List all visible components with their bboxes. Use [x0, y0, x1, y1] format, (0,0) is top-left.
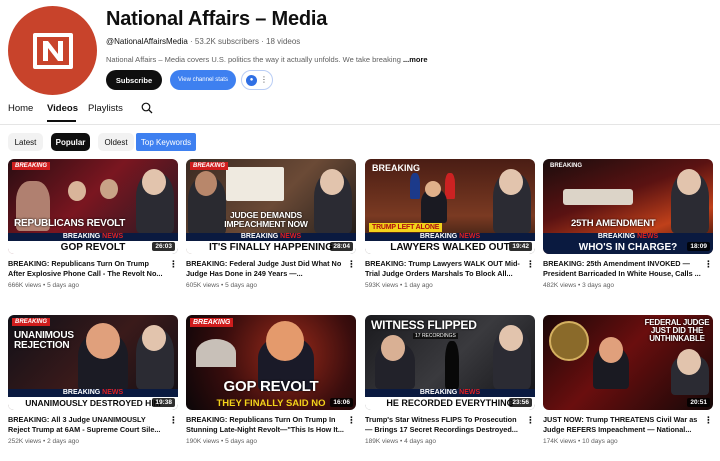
video-card[interactable]: BREAKING 25TH AMENDMENT BREAKING NEWS WH… — [543, 159, 713, 289]
view-channel-stats-button[interactable]: View channel stats — [170, 70, 236, 90]
tab-home[interactable]: Home — [8, 103, 33, 114]
video-thumbnail[interactable]: BREAKING TRUMP LEFT ALONE BREAKING NEWS … — [365, 159, 535, 254]
video-title[interactable]: BREAKING: Federal Judge Just Did What No… — [186, 259, 356, 279]
video-meta: 482K views • 3 days ago — [543, 282, 614, 289]
top-keywords-button[interactable]: Top Keywords — [136, 133, 196, 151]
thumbnail-headline: UNANIMOUS REJECTION — [14, 330, 74, 351]
video-title[interactable]: BREAKING: 25th Amendment INVOKED — Presi… — [543, 259, 713, 279]
video-menu-icon[interactable]: ⋮ — [169, 260, 178, 269]
video-menu-icon[interactable]: ⋮ — [347, 416, 356, 425]
video-thumbnail[interactable]: BREAKING UNANIMOUS REJECTION BREAKING NE… — [8, 315, 178, 410]
extension-button[interactable]: ● ⋮ — [241, 70, 273, 90]
filter-oldest[interactable]: Oldest — [98, 133, 134, 151]
filter-latest[interactable]: Latest — [8, 133, 43, 151]
video-meta: 189K views • 4 days ago — [365, 438, 436, 445]
filter-popular[interactable]: Popular — [51, 133, 90, 151]
thumbnail-headline: WITNESS FLIPPED — [371, 318, 477, 332]
thumbnail-headline: 25TH AMENDMENT — [571, 218, 656, 229]
video-title[interactable]: BREAKING: Republicans Turn On Trump Afte… — [8, 259, 178, 279]
video-title[interactable]: BREAKING: All 3 Judge UNANIMOUSLY Reject… — [8, 415, 178, 435]
video-duration: 26:03 — [152, 242, 175, 251]
video-menu-icon[interactable]: ⋮ — [704, 260, 713, 269]
thumbnail-headline: TRUMP LEFT ALONE — [369, 223, 443, 232]
tabs-divider — [0, 124, 720, 125]
video-card[interactable]: FEDERAL JUDGE JUST DID THE UNTHINKABLE 2… — [543, 315, 713, 445]
description-more-link[interactable]: ...more — [403, 55, 428, 64]
video-thumbnail[interactable]: BREAKING REPUBLICANS REVOLT BREAKING NEW… — [8, 159, 178, 254]
channel-description-text: National Affairs – Media covers U.S. pol… — [106, 55, 401, 64]
video-title[interactable]: Trump's Star Witness FLIPS To Prosecutio… — [365, 415, 535, 435]
subscribe-button[interactable]: Subscribe — [106, 70, 162, 90]
video-meta: 593K views • 1 day ago — [365, 282, 433, 289]
video-meta: 174K views • 10 days ago — [543, 438, 618, 445]
video-duration: 23:56 — [509, 398, 532, 407]
channel-description[interactable]: National Affairs – Media covers U.S. pol… — [106, 55, 446, 64]
video-thumbnail[interactable]: BREAKING 25TH AMENDMENT BREAKING NEWS WH… — [543, 159, 713, 254]
thumbnail-headline: FEDERAL JUDGE JUST DID THE UNTHINKABLE — [644, 318, 710, 343]
tab-playlists[interactable]: Playlists — [88, 103, 123, 114]
video-meta: 190K views • 5 days ago — [186, 438, 257, 445]
thumbnail-headline: GOP REVOLT — [223, 378, 319, 395]
video-card[interactable]: BREAKING UNANIMOUS REJECTION BREAKING NE… — [8, 315, 178, 445]
channel-handle: @NationalAffairsMedia — [106, 37, 188, 46]
channel-avatar[interactable] — [8, 6, 97, 95]
video-meta: 666K views • 5 days ago — [8, 282, 79, 289]
thumbnail-headline: JUDGE DEMANDS IMPEACHMENT NOW — [224, 210, 308, 229]
video-duration: 18:09 — [687, 242, 710, 251]
video-menu-icon[interactable]: ⋮ — [526, 260, 535, 269]
video-title[interactable]: BREAKING: Republicans Turn On Trump In S… — [186, 415, 356, 435]
video-thumbnail[interactable]: FEDERAL JUDGE JUST DID THE UNTHINKABLE 2… — [543, 315, 713, 410]
tab-videos[interactable]: Videos — [47, 103, 78, 114]
video-duration: 20:51 — [687, 398, 710, 407]
thumbnail-band-top: BREAKING NEWS — [365, 389, 535, 397]
channel-tabs: Home Videos Playlists — [0, 98, 720, 124]
video-card[interactable]: BREAKING TRUMP LEFT ALONE BREAKING NEWS … — [365, 159, 535, 289]
video-menu-icon[interactable]: ⋮ — [347, 260, 356, 269]
thumbnail-tag: BREAKING — [12, 162, 51, 170]
channel-logo-icon — [32, 32, 73, 69]
thumbnail-tag: BREAKING — [190, 318, 234, 327]
thumbnail-band-top: BREAKING NEWS — [8, 233, 178, 241]
video-title[interactable]: JUST NOW: Trump THREATENS Civil War as J… — [543, 415, 713, 435]
video-card[interactable]: BREAKING GOP REVOLT THEY FINALLY SAID NO… — [186, 315, 356, 445]
thumbnail-band-top: BREAKING NEWS — [8, 389, 178, 397]
video-duration: 16:06 — [330, 398, 353, 407]
video-meta: 252K views • 2 days ago — [8, 438, 79, 445]
video-menu-icon[interactable]: ⋮ — [169, 416, 178, 425]
channel-meta: @NationalAffairsMedia · 53.2K subscriber… — [106, 37, 300, 46]
channel-stats: · 53.2K subscribers · 18 videos — [190, 37, 301, 46]
video-title[interactable]: BREAKING: Trump Lawyers WALK OUT Mid-Tri… — [365, 259, 535, 279]
video-thumbnail[interactable]: BREAKING JUDGE DEMANDS IMPEACHMENT NOW B… — [186, 159, 356, 254]
active-tab-indicator — [47, 120, 76, 122]
thumbnail-subtag: 17 RECORDINGS — [413, 333, 458, 339]
thumbnail-tag: BREAKING — [550, 163, 583, 169]
thumbnail-tag: BREAKING — [12, 318, 51, 326]
video-thumbnail[interactable]: BREAKING GOP REVOLT THEY FINALLY SAID NO… — [186, 315, 356, 410]
thumbnail-tag: BREAKING — [372, 163, 421, 173]
video-card[interactable]: WITNESS FLIPPED 17 RECORDINGS BREAKING N… — [365, 315, 535, 445]
video-duration: 19:42 — [509, 242, 532, 251]
more-options-icon: ⋮ — [260, 75, 268, 84]
thumbnail-band-top: BREAKING NEWS — [365, 233, 535, 241]
video-menu-icon[interactable]: ⋮ — [526, 416, 535, 425]
channel-name: National Affairs – Media — [106, 8, 328, 30]
extension-icon: ● — [246, 74, 257, 86]
search-icon[interactable] — [141, 102, 153, 114]
thumbnail-headline: REPUBLICANS REVOLT — [14, 218, 126, 229]
video-card[interactable]: BREAKING JUDGE DEMANDS IMPEACHMENT NOW B… — [186, 159, 356, 289]
video-duration: 28:04 — [330, 242, 353, 251]
video-duration: 19:38 — [152, 398, 175, 407]
video-thumbnail[interactable]: WITNESS FLIPPED 17 RECORDINGS BREAKING N… — [365, 315, 535, 410]
thumbnail-band-top: BREAKING NEWS — [186, 233, 356, 241]
thumbnail-band-top: BREAKING NEWS — [543, 233, 713, 241]
thumbnail-tag: BREAKING — [190, 162, 229, 170]
video-card[interactable]: BREAKING REPUBLICANS REVOLT BREAKING NEW… — [8, 159, 178, 289]
video-menu-icon[interactable]: ⋮ — [704, 416, 713, 425]
video-meta: 605K views • 5 days ago — [186, 282, 257, 289]
